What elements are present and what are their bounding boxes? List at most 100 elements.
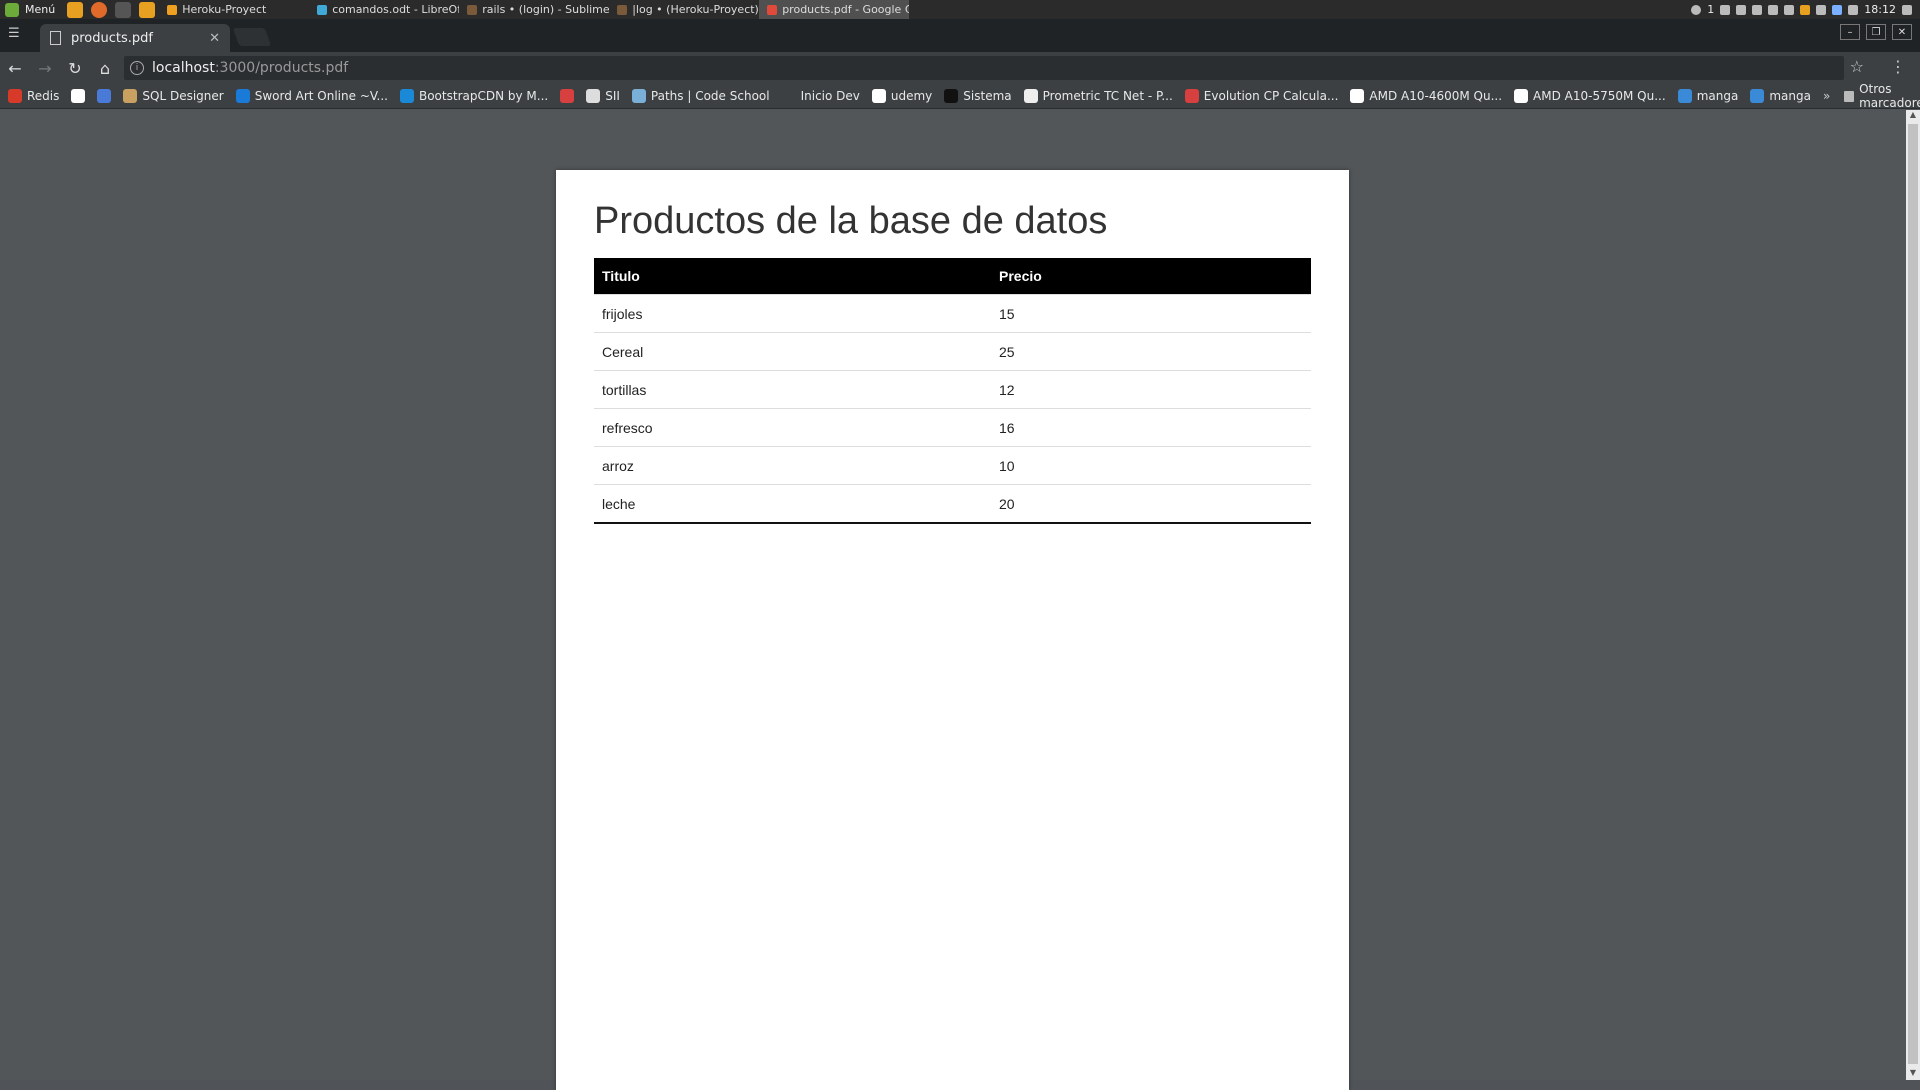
skype-tray-icon[interactable]: [1720, 4, 1731, 15]
other-bookmarks-label: Otros marcadores: [1859, 82, 1920, 110]
favicon-icon: [781, 89, 796, 103]
favicon-icon: [8, 89, 22, 103]
scrollbar-thumb[interactable]: [1908, 124, 1918, 1064]
product-price-cell: 12: [991, 370, 1311, 409]
bookmark-item[interactable]: BootstrapCDN by M...: [399, 89, 548, 103]
vertical-scrollbar[interactable]: ▲ ▼: [1906, 110, 1920, 1080]
favicon-icon: [1350, 89, 1365, 103]
bookmark-label: SII: [605, 89, 620, 103]
bookmark-item[interactable]: AMD A10-4600M Qu...: [1350, 89, 1502, 103]
column-header-precio: Precio: [991, 258, 1311, 295]
clock[interactable]: 18:12: [1864, 3, 1896, 16]
bookmark-star-icon[interactable]: ☆: [1850, 57, 1864, 76]
taskbar-task-label: Heroku-Proyect: [182, 3, 267, 16]
bookmark-label: AMD A10-4600M Qu...: [1369, 89, 1503, 103]
new-tab-button[interactable]: [232, 28, 272, 46]
terminal-launcher-icon[interactable]: [115, 1, 132, 18]
bookmark-item[interactable]: Sistema: [944, 89, 1012, 103]
favicon-icon: [399, 89, 414, 103]
folder-launcher-icon[interactable]: [139, 1, 156, 18]
bookmark-label: Redis: [27, 89, 60, 103]
user-tray-icon[interactable]: [1736, 4, 1747, 15]
bookmark-item[interactable]: manga: [1750, 89, 1811, 103]
bookmark-label: Evolution CP Calcula...: [1203, 89, 1339, 103]
taskbar-window-list: Heroku-Proyect comandos.odt - LibreOffi..…: [159, 0, 910, 19]
start-menu-button[interactable]: Menú: [0, 2, 63, 17]
taskbar-task[interactable]: |log • (Heroku-Proyect) - ...: [609, 0, 759, 19]
clipboard-tray-icon[interactable]: [1784, 4, 1795, 15]
table-body: frijoles 15 Cereal 25 tortillas 12 refresco 16 a…: [594, 294, 1311, 524]
bookmark-item[interactable]: Inicio Dev: [781, 89, 860, 103]
bookmark-label: Paths | Code School: [650, 89, 770, 103]
bookmark-item[interactable]: [71, 89, 86, 103]
column-header-titulo: Titulo: [594, 258, 991, 295]
favicon-icon: [1514, 89, 1529, 103]
bookmark-label: Sword Art Online ~V...: [254, 89, 388, 103]
tab-close-icon[interactable]: ✕: [209, 31, 220, 46]
bookmark-item[interactable]: Paths | Code School: [631, 89, 770, 103]
bookmark-item[interactable]: udemy: [871, 89, 932, 103]
files-launcher-icon[interactable]: [67, 1, 84, 18]
show-desktop-icon[interactable]: [1902, 4, 1912, 15]
taskbar-task-label: comandos.odt - LibreOffi...: [332, 3, 460, 16]
display-tray-icon[interactable]: [1752, 4, 1763, 15]
favicon-icon: [944, 89, 959, 103]
taskbar-task[interactable]: rails • (login) - Sublime T...: [459, 0, 609, 19]
bookmark-label: Prometric TC Net - P...: [1042, 89, 1173, 103]
tab-products-pdf[interactable]: products.pdf ✕: [40, 24, 230, 52]
forward-arrow-icon[interactable]: →: [30, 59, 60, 78]
bookmark-item[interactable]: Redis: [8, 89, 59, 103]
update-shield-icon[interactable]: [1800, 4, 1811, 15]
tab-search-icon[interactable]: ☰: [8, 26, 24, 44]
app-icon: [767, 4, 778, 15]
back-arrow-icon[interactable]: ←: [0, 59, 30, 78]
taskbar-task[interactable]: Heroku-Proyect: [159, 0, 309, 19]
table-row: frijoles 15: [594, 294, 1311, 333]
dropbox-tray-icon[interactable]: [1816, 4, 1827, 15]
os-top-panel: Menú Heroku-Proyect comandos.odt - LibreO…: [0, 0, 1920, 19]
chrome-menu-icon[interactable]: ⋮: [1890, 57, 1906, 76]
scroll-down-arrow-icon[interactable]: ▼: [1906, 1068, 1920, 1080]
network-tray-icon[interactable]: [1848, 4, 1859, 15]
firefox-launcher-icon[interactable]: [91, 1, 108, 18]
app-icon: [617, 4, 628, 15]
more-bookmarks-button[interactable]: »: [1823, 89, 1830, 103]
taskbar-task-label: |log • (Heroku-Proyect) - ...: [632, 3, 759, 16]
other-bookmarks-folder[interactable]: Otros marcadores: [1844, 82, 1920, 110]
favicon-icon: [1023, 89, 1038, 103]
taskbar-task[interactable]: comandos.odt - LibreOffi...: [309, 0, 459, 19]
bookmark-item[interactable]: Sword Art Online ~V...: [235, 89, 388, 103]
table-row: Cereal 25: [594, 332, 1311, 371]
bookmark-item[interactable]: [560, 89, 575, 103]
app-icon: [467, 4, 478, 15]
bookmark-item[interactable]: [97, 89, 112, 103]
address-bar[interactable]: i localhost :3000/products.pdf: [124, 56, 1844, 80]
bookmark-item[interactable]: AMD A10-5750M Qu...: [1514, 89, 1666, 103]
minimize-button[interactable]: –: [1840, 24, 1860, 40]
system-tray: 1 18:12: [1691, 3, 1920, 16]
info-tray-icon[interactable]: [1691, 4, 1702, 15]
bluetooth-tray-icon[interactable]: [1832, 4, 1843, 15]
product-price-cell: 10: [991, 446, 1311, 485]
document-icon: [50, 31, 61, 45]
favicon-icon: [586, 89, 601, 103]
home-icon[interactable]: ⌂: [90, 59, 120, 78]
table-row: leche 20: [594, 484, 1311, 524]
bookmark-item[interactable]: SII: [586, 89, 620, 103]
bookmark-item[interactable]: Prometric TC Net - P...: [1023, 89, 1173, 103]
bookmark-item[interactable]: Evolution CP Calcula...: [1184, 89, 1339, 103]
volume-tray-icon[interactable]: [1768, 4, 1779, 15]
close-window-button[interactable]: ✕: [1892, 24, 1912, 40]
app-icon: [317, 4, 328, 15]
favicon-icon: [871, 89, 886, 103]
reload-icon[interactable]: ↻: [60, 59, 90, 78]
taskbar-task[interactable]: products.pdf - Google Ch...: [759, 0, 910, 19]
table-row: arroz 10: [594, 446, 1311, 485]
site-info-icon[interactable]: i: [130, 61, 144, 75]
maximize-button[interactable]: ❐: [1866, 24, 1886, 40]
scroll-up-arrow-icon[interactable]: ▲: [1906, 110, 1920, 122]
workspace-indicator[interactable]: 1: [1707, 3, 1714, 16]
bookmark-item[interactable]: SQL Designer: [123, 89, 224, 103]
bookmark-item[interactable]: manga: [1677, 89, 1738, 103]
app-icon: [167, 4, 178, 15]
